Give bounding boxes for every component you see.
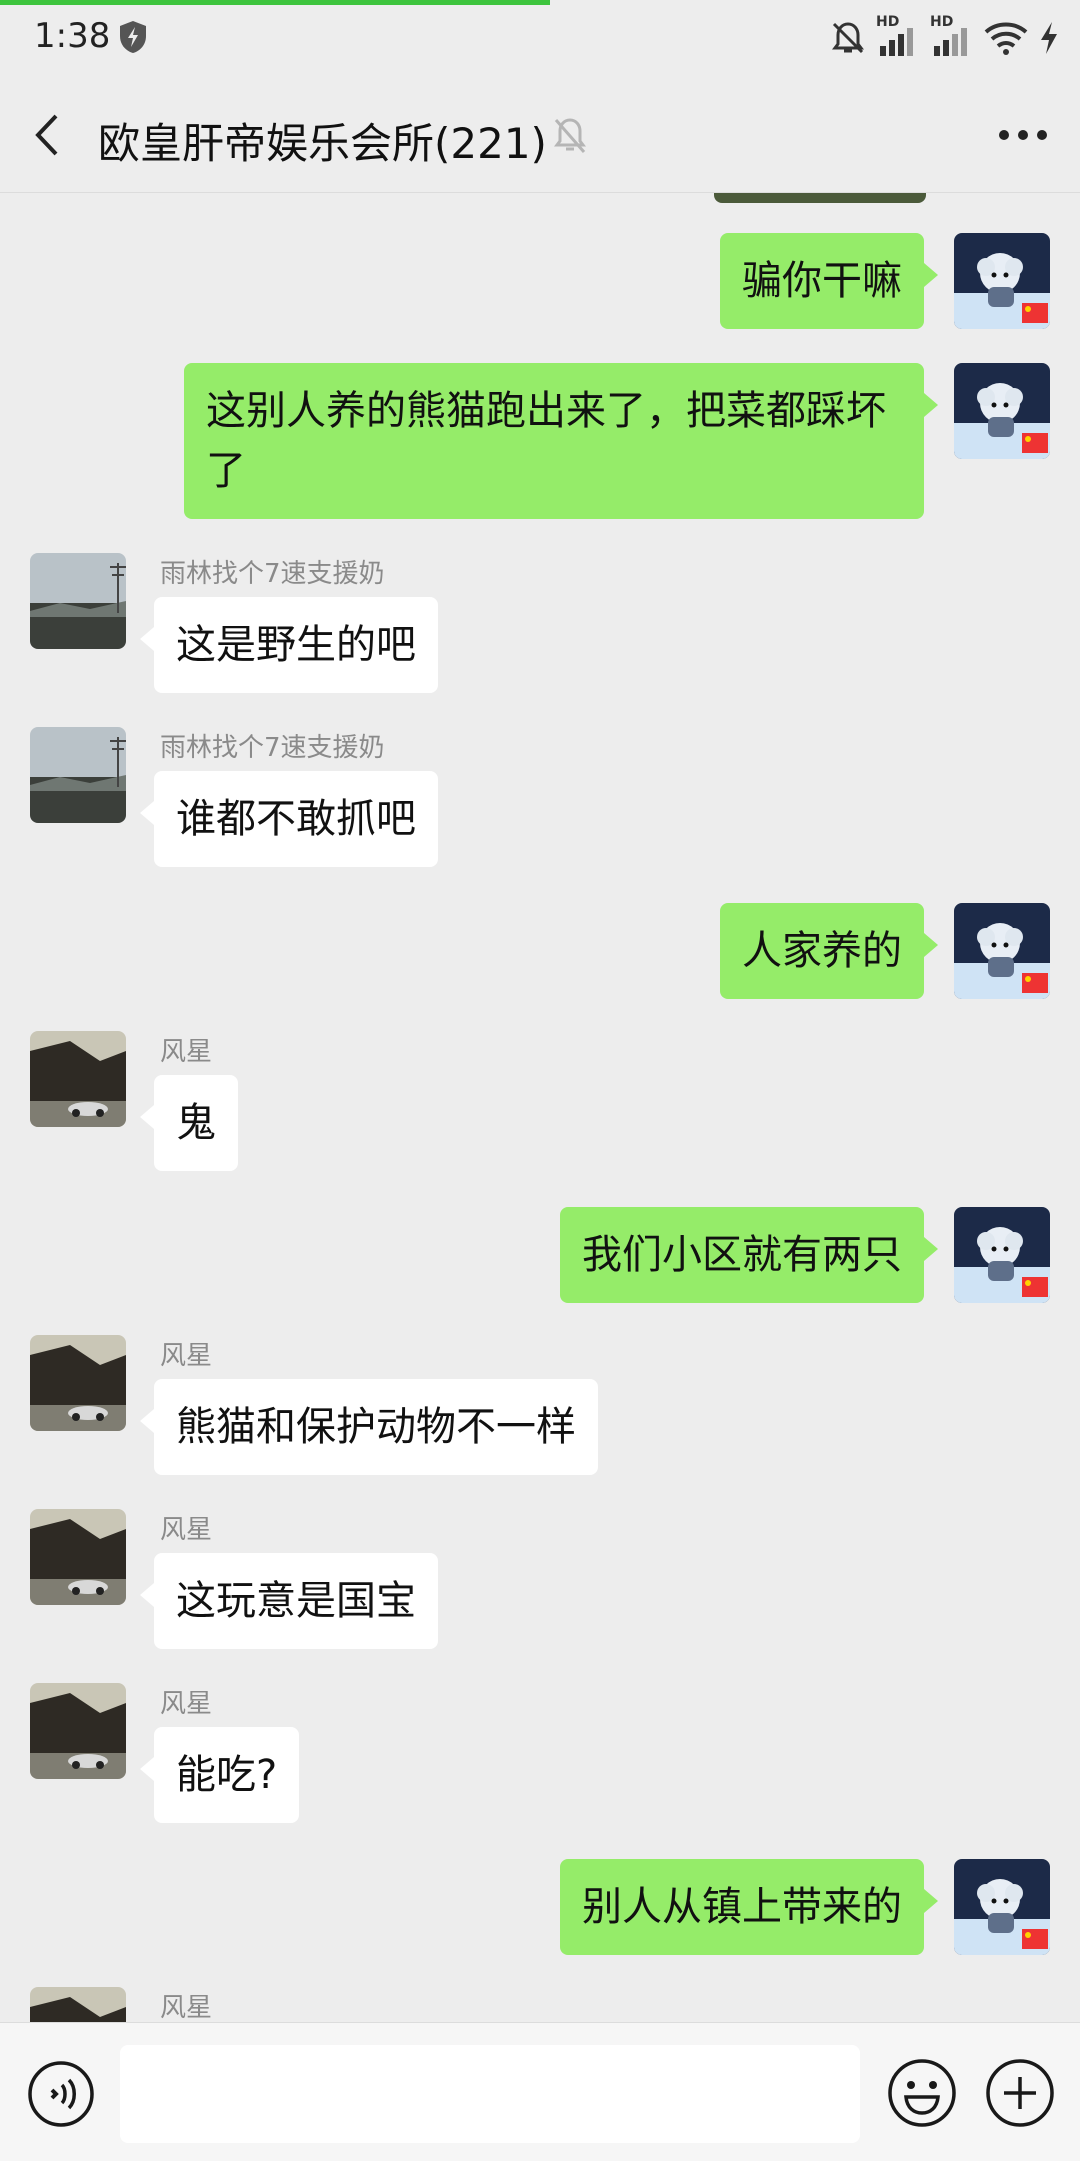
- sender-avatar[interactable]: [30, 1031, 126, 1127]
- sender-name: 雨林找个7速支援奶: [160, 733, 385, 763]
- voice-icon[interactable]: [26, 2059, 96, 2129]
- message-row: 风星 这玩意是国宝: [0, 1509, 1080, 1659]
- sender-avatar[interactable]: [30, 1987, 126, 2023]
- message-bubble[interactable]: 骗你干嘛: [720, 233, 938, 329]
- message-row: 雨林找个7速支援奶 这是野生的吧: [0, 553, 1080, 703]
- sender-name: 雨林找个7速支援奶: [160, 559, 385, 589]
- message-row: 风星: [0, 1987, 1080, 2023]
- hd-signal-icon: HD: [930, 14, 974, 58]
- more-icon[interactable]: [996, 120, 1050, 150]
- sender-avatar[interactable]: [30, 727, 126, 823]
- message-row: 风星 熊猫和保护动物不一样: [0, 1335, 1080, 1485]
- message-bubble[interactable]: 这玩意是国宝: [140, 1553, 438, 1649]
- message-row: 我们小区就有两只: [0, 1207, 1080, 1307]
- sender-name: 风星: [160, 1515, 213, 1545]
- message-input[interactable]: [120, 2045, 860, 2143]
- sender-name: 风星: [160, 1993, 213, 2023]
- plus-icon[interactable]: [984, 2057, 1056, 2129]
- message-row: 骗你干嘛: [0, 233, 1080, 333]
- message-bubble[interactable]: 谁都不敢抓吧: [140, 771, 438, 867]
- message-bubble[interactable]: 别人从镇上带来的: [560, 1859, 938, 1955]
- message-bubble[interactable]: 我们小区就有两只: [560, 1207, 938, 1303]
- hd-label: HD: [876, 14, 900, 30]
- chat-message-list[interactable]: 骗你干嘛 这别人养的熊猫跑出来了，把菜都踩坏了 雨林找个7速支援奶 这是野生的吧…: [0, 193, 1080, 2023]
- my-avatar[interactable]: [954, 363, 1050, 459]
- my-avatar[interactable]: [954, 1207, 1050, 1303]
- message-row: 雨林找个7速支援奶 谁都不敢抓吧: [0, 727, 1080, 877]
- sender-avatar[interactable]: [30, 1335, 126, 1431]
- chat-header: 欧皇肝帝娱乐会所(221): [0, 80, 1080, 193]
- status-time: 1:38: [34, 16, 111, 56]
- my-avatar[interactable]: [954, 903, 1050, 999]
- status-icons: HD HD: [830, 14, 1060, 58]
- message-bubble[interactable]: 能吃?: [139, 1727, 300, 1823]
- message-bubble[interactable]: 人家养的: [720, 903, 938, 999]
- sender-name: 风星: [160, 1341, 213, 1371]
- wifi-icon: [984, 20, 1028, 56]
- charging-icon: [1038, 20, 1060, 56]
- message-row: 这别人养的熊猫跑出来了，把菜都踩坏了: [0, 363, 1080, 523]
- chat-title: 欧皇肝帝娱乐会所(221): [98, 119, 547, 168]
- emoji-icon[interactable]: [886, 2057, 958, 2129]
- my-avatar[interactable]: [954, 1859, 1050, 1955]
- sender-name: 风星: [160, 1689, 213, 1719]
- back-arrow-icon[interactable]: [28, 110, 68, 160]
- message-bubble[interactable]: 这是野生的吧: [140, 597, 438, 693]
- sender-avatar[interactable]: [30, 1683, 126, 1779]
- message-bubble[interactable]: 鬼: [140, 1075, 238, 1171]
- status-bar: 1:38 HD HD: [0, 0, 1080, 80]
- hd-label: HD: [930, 14, 954, 30]
- sender-avatar[interactable]: [30, 1509, 126, 1605]
- message-bubble[interactable]: 这别人养的熊猫跑出来了，把菜都踩坏了: [184, 363, 938, 519]
- message-bubble[interactable]: 熊猫和保护动物不一样: [140, 1379, 598, 1475]
- image-message-partial[interactable]: [714, 193, 926, 203]
- message-row: 风星 鬼: [0, 1031, 1080, 1181]
- my-avatar[interactable]: [954, 233, 1050, 329]
- sender-name: 风星: [160, 1037, 213, 1067]
- mute-bell-icon: [830, 20, 866, 56]
- message-row: 人家养的: [0, 903, 1080, 1003]
- input-bar: [0, 2022, 1080, 2161]
- message-row: 别人从镇上带来的: [0, 1859, 1080, 1959]
- hd-signal-icon: HD: [876, 14, 920, 58]
- shield-icon: [118, 20, 148, 54]
- message-row: 风星 能吃?: [0, 1683, 1080, 1833]
- sender-avatar[interactable]: [30, 553, 126, 649]
- muted-bell-icon: [550, 114, 590, 158]
